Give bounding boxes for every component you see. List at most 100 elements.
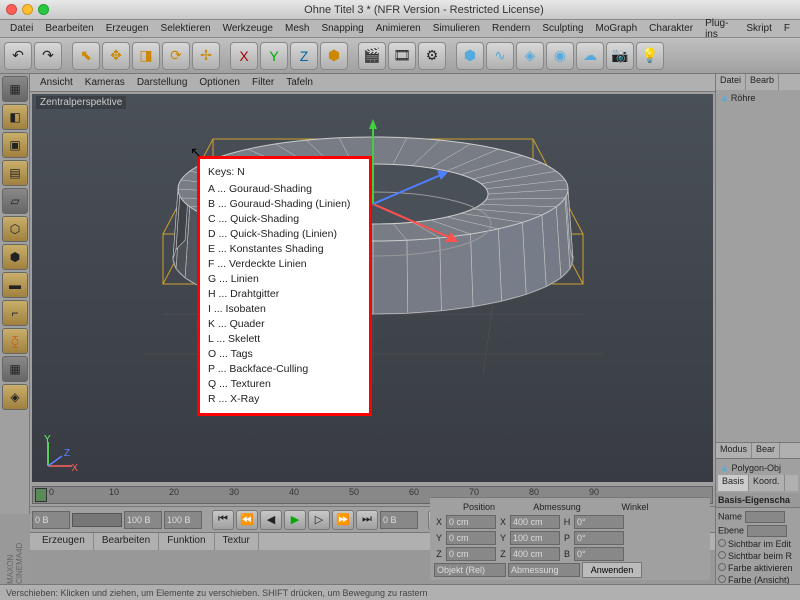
y-lock[interactable]: Y — [260, 42, 288, 70]
tab-funktion[interactable]: Funktion — [159, 533, 214, 550]
polygon-mode[interactable]: ▬ — [2, 272, 28, 298]
primitive-cube[interactable]: ⬢ — [456, 42, 484, 70]
object-tree[interactable]: ▲ Röhre — [716, 90, 800, 442]
menu-mograph[interactable]: MoGraph — [589, 21, 643, 36]
spline-tool[interactable]: ∿ — [486, 42, 514, 70]
pos-X[interactable] — [446, 515, 496, 529]
vpmenu-optionen[interactable]: Optionen — [193, 75, 246, 90]
move-tool[interactable]: ✥ — [102, 42, 130, 70]
menu-rendern[interactable]: Rendern — [486, 21, 536, 36]
menu-plug-ins[interactable]: Plug-ins — [699, 16, 740, 42]
edge-mode[interactable]: ⬢ — [2, 244, 28, 270]
make-editable[interactable]: ▦ — [2, 76, 28, 102]
rtab-bear[interactable]: Bear — [752, 443, 780, 458]
pos-Z[interactable] — [446, 547, 496, 561]
range-end2-field[interactable] — [164, 511, 202, 529]
menu-bearbeiten[interactable]: Bearbeiten — [39, 21, 99, 36]
viewport[interactable]: Zentralperspektive — [32, 94, 713, 482]
name-input[interactable] — [745, 511, 785, 523]
menu-f[interactable]: F — [778, 21, 796, 36]
environment-tool[interactable]: ☁ — [576, 42, 604, 70]
menu-simulieren[interactable]: Simulieren — [427, 21, 486, 36]
render-settings[interactable]: ⚙ — [418, 42, 446, 70]
misc-tool[interactable]: ◈ — [2, 384, 28, 410]
rtab-modus[interactable]: Modus — [716, 443, 752, 458]
object-mode[interactable]: ▣ — [2, 132, 28, 158]
menu-snapping[interactable]: Snapping — [315, 21, 369, 36]
coord-mode1[interactable] — [434, 563, 506, 577]
dim-Y[interactable] — [510, 531, 560, 545]
transform-tool[interactable]: ✢ — [192, 42, 220, 70]
camera-tool[interactable]: 📷 — [606, 42, 634, 70]
pos-Y[interactable] — [446, 531, 496, 545]
rtab-basis[interactable]: Basis — [718, 475, 749, 491]
tree-item-tube[interactable]: ▲ Röhre — [718, 92, 798, 104]
vpmenu-tafeln[interactable]: Tafeln — [280, 75, 319, 90]
rtab-bearb[interactable]: Bearb — [746, 74, 779, 90]
tab-erzeugen[interactable]: Erzeugen — [34, 533, 94, 550]
check-row[interactable]: Farbe aktivieren — [718, 562, 798, 574]
snap-toggle[interactable]: ⧲ — [2, 328, 28, 354]
vpmenu-filter[interactable]: Filter — [246, 75, 280, 90]
ang-X[interactable] — [574, 515, 624, 529]
next-frame-button[interactable]: ▷ — [308, 510, 330, 530]
dim-X[interactable] — [510, 515, 560, 529]
vpmenu-darstellung[interactable]: Darstellung — [131, 75, 194, 90]
coord-mode2[interactable] — [508, 563, 580, 577]
menu-animieren[interactable]: Animieren — [370, 21, 427, 36]
range-start-field[interactable] — [32, 511, 70, 529]
menu-mesh[interactable]: Mesh — [279, 21, 315, 36]
select-tool[interactable]: ⬉ — [72, 42, 100, 70]
ang-Y[interactable] — [574, 531, 624, 545]
undo-button[interactable]: ↶ — [4, 42, 32, 70]
menu-skript[interactable]: Skript — [740, 21, 778, 36]
rotate-tool[interactable]: ⟳ — [162, 42, 190, 70]
ang-Z[interactable] — [574, 547, 624, 561]
point-mode[interactable]: ⬡ — [2, 216, 28, 242]
play-button[interactable]: ▶ — [284, 510, 306, 530]
render-view[interactable]: 🎬 — [358, 42, 386, 70]
menu-datei[interactable]: Datei — [4, 21, 39, 36]
playhead[interactable] — [35, 488, 47, 502]
render-region[interactable]: 🎞 — [388, 42, 416, 70]
prev-key-button[interactable]: ⏪ — [236, 510, 258, 530]
menu-werkzeuge[interactable]: Werkzeuge — [217, 21, 279, 36]
vpmenu-ansicht[interactable]: Ansicht — [34, 75, 79, 90]
tab-bearbeiten[interactable]: Bearbeiten — [94, 533, 159, 550]
menu-charakter[interactable]: Charakter — [643, 21, 699, 36]
prev-frame-button[interactable]: ◀ — [260, 510, 282, 530]
layer-input[interactable] — [747, 525, 787, 537]
light-tool[interactable]: 💡 — [636, 42, 664, 70]
texture-mode[interactable]: ▤ — [2, 160, 28, 186]
close-button[interactable] — [6, 4, 17, 15]
rtab-koord.[interactable]: Koord. — [749, 475, 785, 491]
dim-Z[interactable] — [510, 547, 560, 561]
deformer-tool[interactable]: ◉ — [546, 42, 574, 70]
workplane-tool[interactable]: ▦ — [2, 356, 28, 382]
rtab-datei[interactable]: Datei — [716, 74, 746, 90]
scale-tool[interactable]: ◨ — [132, 42, 160, 70]
apply-button[interactable]: Anwenden — [582, 562, 642, 578]
minimize-button[interactable] — [22, 4, 33, 15]
menu-erzeugen[interactable]: Erzeugen — [100, 21, 155, 36]
menu-selektieren[interactable]: Selektieren — [155, 21, 217, 36]
axis-mode[interactable]: ⌐ — [2, 300, 28, 326]
range-slider[interactable] — [72, 513, 122, 527]
zoom-button[interactable] — [38, 4, 49, 15]
next-key-button[interactable]: ⏩ — [332, 510, 354, 530]
range-end-field[interactable] — [124, 511, 162, 529]
x-lock[interactable]: X — [230, 42, 258, 70]
menu-sculpting[interactable]: Sculpting — [536, 21, 589, 36]
check-row[interactable]: Sichtbar im Edit — [718, 538, 798, 550]
current-frame-field[interactable] — [380, 511, 418, 529]
goto-end-button[interactable]: ⏭ — [356, 510, 378, 530]
z-lock[interactable]: Z — [290, 42, 318, 70]
redo-button[interactable]: ↷ — [34, 42, 62, 70]
model-mode[interactable]: ◧ — [2, 104, 28, 130]
tab-textur[interactable]: Textur — [215, 533, 259, 550]
coord-system[interactable]: ⬢ — [320, 42, 348, 70]
generator-tool[interactable]: ◈ — [516, 42, 544, 70]
vpmenu-kameras[interactable]: Kameras — [79, 75, 131, 90]
check-row[interactable]: Sichtbar beim R — [718, 550, 798, 562]
workplane-mode[interactable]: ▱ — [2, 188, 28, 214]
